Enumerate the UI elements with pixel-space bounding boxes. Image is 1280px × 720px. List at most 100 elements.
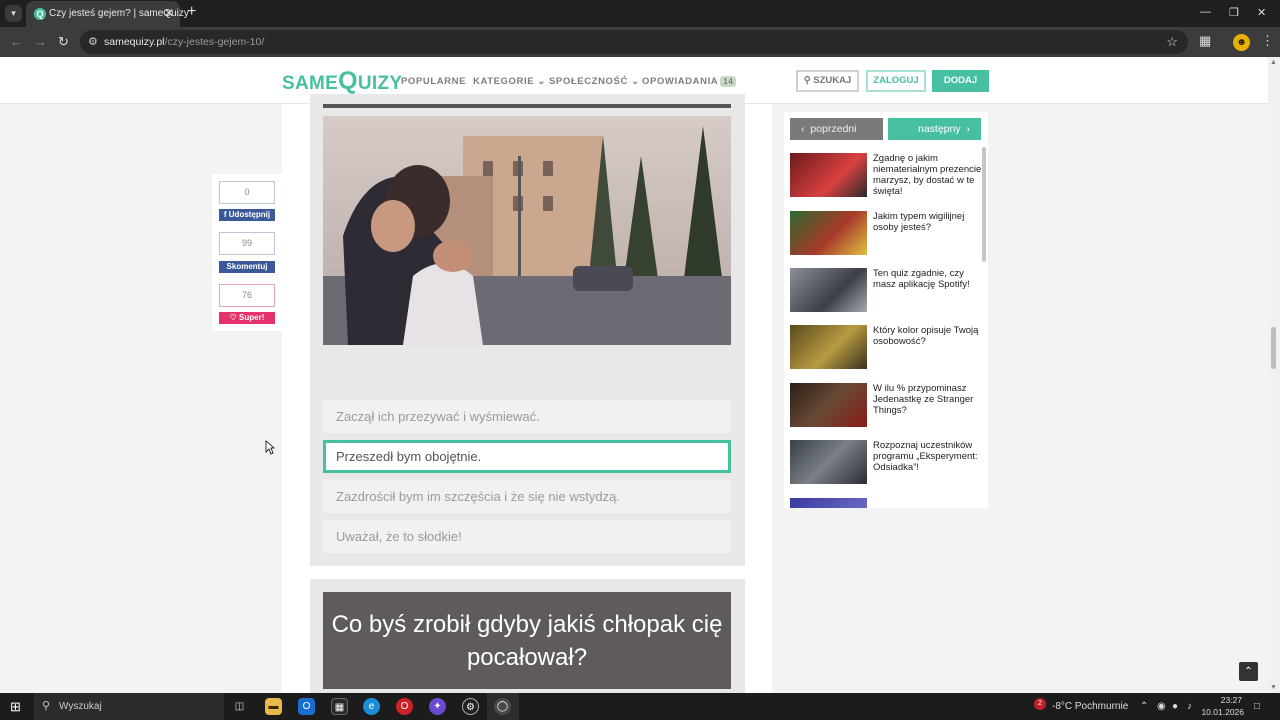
sidebar-quiz-item[interactable]: Który kolor opisuje Twoją osobowość? [790, 325, 980, 370]
chevron-right-icon: › [966, 123, 970, 135]
comment-count: 99 [219, 232, 275, 255]
outlook-icon[interactable]: O [298, 698, 315, 715]
search-icon: ⚲ [803, 75, 811, 86]
opera-icon[interactable]: O [396, 698, 413, 715]
chrome-active-highlight [487, 693, 519, 720]
sidebar-quiz-item[interactable]: W ilu % przypominasz Jedenastkę ze Stran… [790, 383, 980, 428]
url-text: samequizy.pl/czy-jestes-gejem-10/ [104, 36, 265, 48]
add-button[interactable]: DODAJ [932, 70, 989, 92]
volume-icon[interactable]: ♪ [1187, 701, 1192, 712]
extensions-icon[interactable]: ▦ [1199, 33, 1211, 49]
sidebar-quiz-item[interactable]: Jakim typem wigilijnej osoby jesteś? [790, 211, 980, 256]
login-button[interactable]: ZALOGUJ [866, 70, 926, 92]
edge-icon[interactable]: e [363, 698, 380, 715]
sidebar-quiz-item[interactable]: Rozpoznaj uczestników programu „Eksperym… [790, 440, 980, 485]
answer-option-4[interactable]: Uważał, że to słodkie! [323, 520, 731, 553]
browser-menu-icon[interactable]: ⋮ [1261, 33, 1274, 49]
quiz-title: Rozpoznaj uczestników programu „Eksperym… [873, 440, 978, 473]
browser-tab-bar: ▾ Q Czy jesteś gejem? | sameQuizy ✕ + — … [0, 0, 1280, 27]
like-count: 76 [219, 284, 275, 307]
notifications-icon[interactable]: □ [1254, 701, 1260, 712]
site-info-icon[interactable]: ⚙ [88, 35, 98, 48]
prev-button[interactable]: ‹ poprzedni [790, 118, 883, 140]
next-button[interactable]: następny › [888, 118, 981, 140]
minimize-window-icon[interactable]: — [1200, 6, 1211, 18]
file-explorer-icon[interactable]: ▬ [265, 698, 282, 715]
weather-alert-badge: 2 [1034, 698, 1046, 710]
clock-date[interactable]: 10.01.2026 [1198, 707, 1244, 717]
share-column: 0 f Udostępnij 99 Skomentuj 76 ♡ Super! [212, 174, 282, 331]
sidebar-quiz-item[interactable]: Ten quiz zgadnie, czy masz aplikację Spo… [790, 268, 980, 313]
quiz-title: Zgadnę o jakim niematerialnym prezencie … [873, 153, 982, 197]
tray-overflow-icon[interactable]: ⌃ [1140, 701, 1148, 712]
heart-icon: ♡ [229, 313, 237, 322]
quiz-thumbnail [790, 440, 867, 484]
taskbar-search-input[interactable]: ⚲ Wyszukaj [34, 693, 224, 720]
forward-icon[interactable]: → [34, 34, 47, 49]
comment-button[interactable]: Skomentuj [219, 261, 275, 273]
app-icon[interactable]: ⚙ [462, 698, 479, 715]
messenger-icon[interactable]: ✦ [429, 698, 446, 715]
opowiadania-count-badge: 14 [720, 76, 737, 87]
page-scrollbar[interactable]: ▲ ▼ [1268, 57, 1280, 693]
back-icon[interactable]: ← [10, 34, 23, 49]
task-view-icon[interactable]: ◫ [231, 698, 248, 715]
menu-spolecznosc[interactable]: SPOŁECZNOŚĆ ⌄ [549, 76, 640, 87]
samequizy-favicon-icon: Q [34, 8, 46, 20]
taskbar-search-placeholder: Wyszukaj [59, 701, 102, 712]
network-icon[interactable]: ● [1172, 701, 1178, 712]
menu-kategorie[interactable]: KATEGORIE ⌄ [473, 76, 546, 87]
quiz-thumbnail [790, 498, 867, 508]
like-button[interactable]: ♡ Super! [219, 312, 275, 324]
question-photo [323, 116, 731, 345]
answer-option-3[interactable]: Zazdrościł bym im szczęścia i że się nie… [323, 480, 731, 513]
quiz-title: Jakim typem wigilijnej osoby jesteś? [873, 211, 965, 233]
related-quizzes-sidebar: ‹ poprzedni następny › Zgadnę o jakim ni… [784, 112, 988, 508]
url-input[interactable]: ⚙ samequizy.pl/czy-jestes-gejem-10/ ☆ [80, 30, 1188, 54]
quiz-thumbnail [790, 325, 867, 369]
quiz-main-column: Zaczął ich przezywać i wyśmiewać. Przesz… [282, 94, 772, 693]
scroll-to-top-button[interactable]: ⌃ [1239, 662, 1258, 681]
tab-search-dropdown-icon[interactable]: ▾ [5, 5, 22, 22]
windows-start-icon[interactable]: ⊞ [10, 699, 21, 715]
scroll-down-icon[interactable]: ▼ [1270, 684, 1277, 691]
answer-option-2-selected[interactable]: Przeszedł bym obojętnie. [323, 440, 731, 473]
reload-icon[interactable]: ↻ [58, 34, 69, 50]
search-button[interactable]: ⚲ SZUKAJ [796, 70, 859, 92]
web-page: SAMEQUIZY POPULARNE KATEGORIE ⌄ SPOŁECZN… [0, 57, 1268, 693]
browser-tab-active[interactable]: Q Czy jesteś gejem? | sameQuizy ✕ [26, 1, 189, 27]
search-icon: ⚲ [42, 700, 51, 712]
samequizy-logo[interactable]: SAMEQUIZY [282, 67, 402, 96]
restore-window-icon[interactable]: ❐ [1229, 6, 1239, 19]
quiz-thumbnail [790, 211, 867, 255]
close-window-icon[interactable]: ✕ [1257, 6, 1266, 19]
clock-time[interactable]: 23:27 [1206, 695, 1242, 705]
quiz-thumbnail [790, 153, 867, 197]
address-bar-row: ← → ↻ ⚙ samequizy.pl/czy-jestes-gejem-10… [0, 27, 1280, 57]
quiz-thumbnail [790, 268, 867, 312]
chevron-down-icon: ⌄ [537, 76, 546, 87]
facebook-share-button[interactable]: f Udostępnij [219, 209, 275, 221]
sidebar-quiz-item[interactable]: Zgadnę o jakim niematerialnym prezencie … [790, 153, 982, 198]
scroll-up-icon[interactable]: ▲ [1270, 59, 1277, 66]
menu-opowiadania[interactable]: OPOWIADANIA 14 [642, 76, 737, 87]
new-tab-icon[interactable]: + [187, 3, 196, 21]
sidebar-quiz-item[interactable] [790, 498, 980, 508]
mouse-cursor-icon [265, 440, 275, 455]
close-tab-icon[interactable]: ✕ [164, 6, 174, 20]
quiz-title: W ilu % przypominasz Jedenastkę ze Stran… [873, 383, 974, 416]
chevron-down-icon: ⌄ [631, 76, 640, 87]
bookmark-star-icon[interactable]: ☆ [1166, 34, 1178, 50]
share-count: 0 [219, 181, 275, 204]
next-question-title: Co byś zrobił gdyby jakiś chłopak cię po… [323, 592, 731, 689]
answer-option-1[interactable]: Zaczął ich przezywać i wyśmiewać. [323, 400, 731, 433]
quiz-thumbnail [790, 383, 867, 427]
microphone-icon[interactable]: ◉ [1157, 701, 1166, 712]
page-scrollbar-thumb[interactable] [1271, 327, 1276, 369]
store-icon[interactable]: ▦ [331, 698, 348, 715]
profile-avatar[interactable]: ☻ [1233, 34, 1250, 51]
facebook-icon: f [223, 210, 227, 219]
menu-popularne[interactable]: POPULARNE [401, 76, 466, 87]
weather-status[interactable]: -8°C Pochmurnie [1052, 701, 1128, 712]
question-title-bar-edge [323, 104, 731, 108]
